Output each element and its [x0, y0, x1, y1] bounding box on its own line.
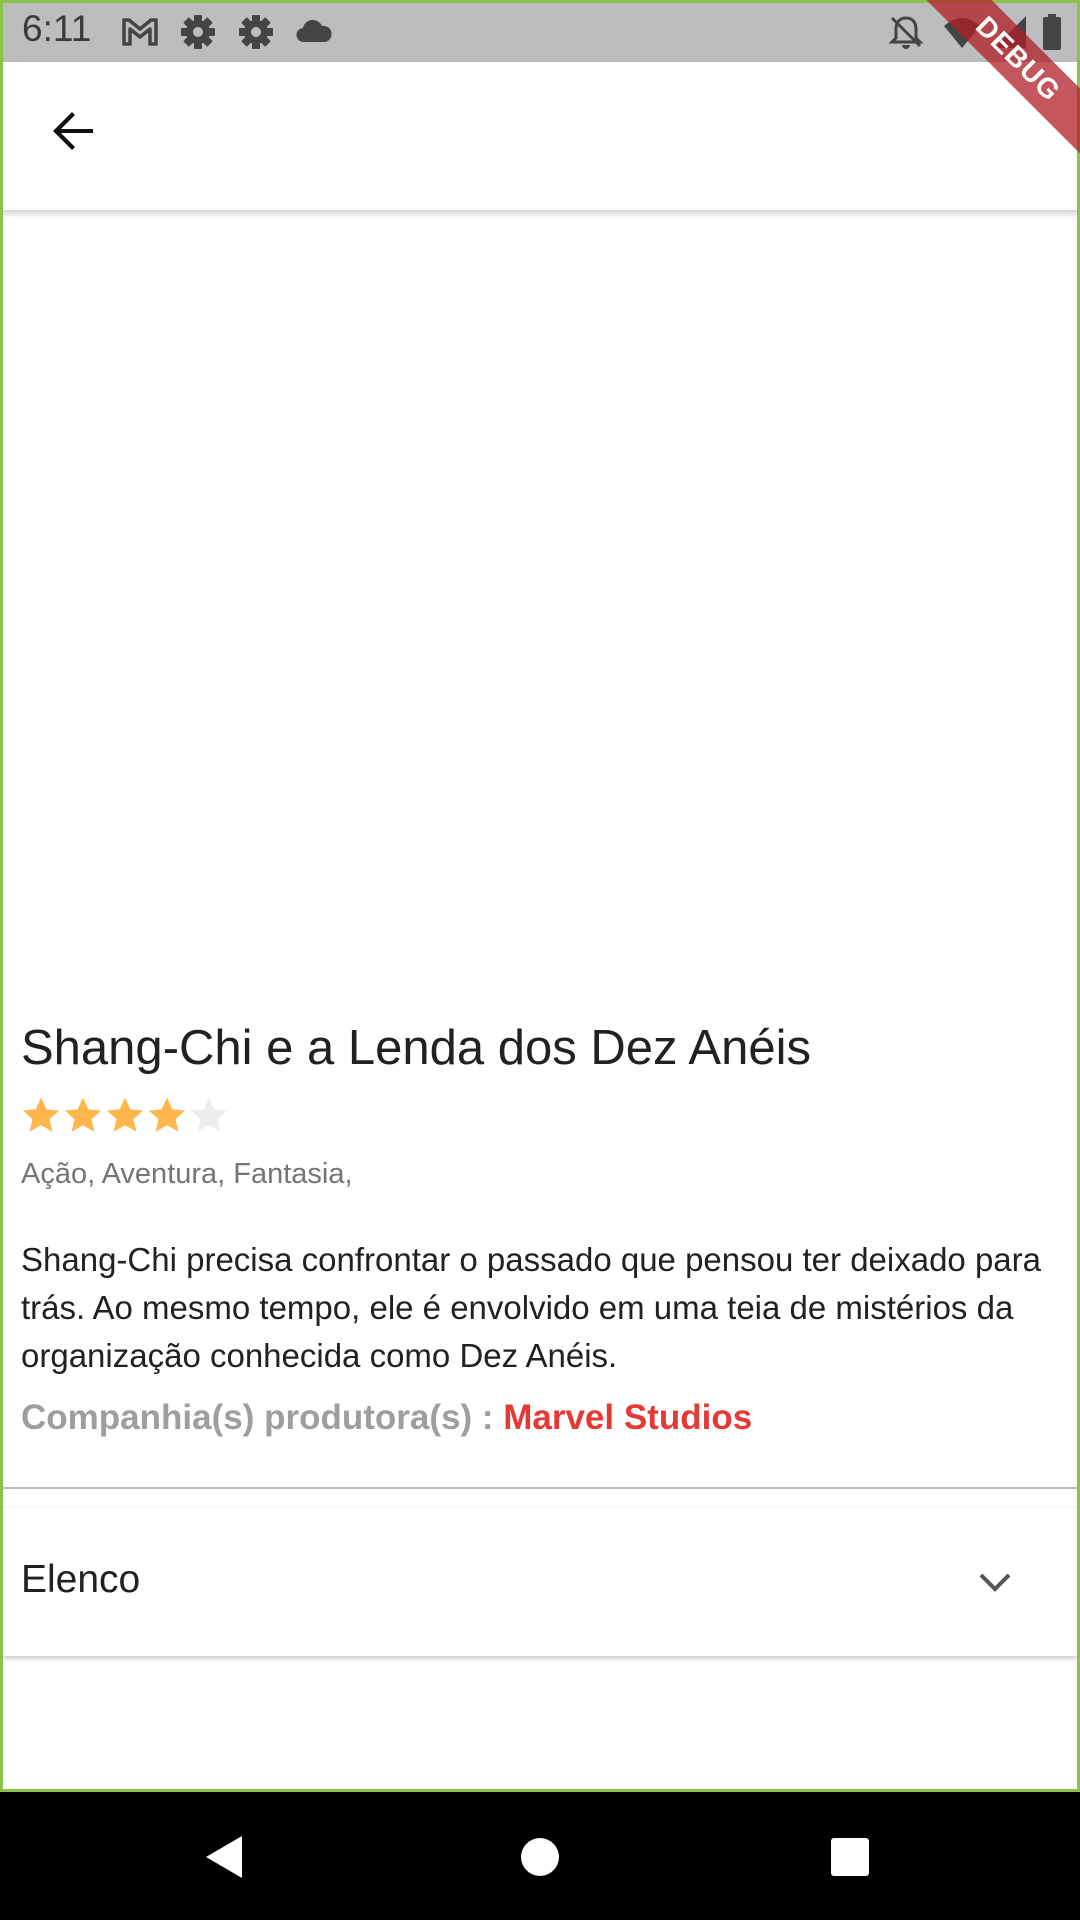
settings-icon: [239, 15, 273, 49]
movie-overview: Shang-Chi precisa confrontar o passado q…: [21, 1241, 1042, 1374]
companies-label: Companhia(s) produtora(s) :: [21, 1398, 504, 1437]
settings-icon: [181, 15, 215, 49]
debug-banner-label: DEBUG: [920, 0, 1080, 160]
navigation-bar: [0, 1792, 1080, 1920]
star-empty-icon: [190, 1097, 228, 1132]
star-filled-icon: [22, 1097, 60, 1132]
nav-home-button[interactable]: [505, 1822, 575, 1892]
back-button[interactable]: [38, 96, 108, 166]
cloud-icon: [296, 19, 332, 43]
movie-genres: Ação, Aventura, Fantasia,: [21, 1158, 353, 1190]
home-circle-icon: [521, 1838, 559, 1876]
recents-square-icon: [831, 1838, 869, 1876]
screen: 6:11 DEBUG Shang-Chi e a Lenda dos Dez A…: [0, 0, 1080, 1920]
chevron-down-icon[interactable]: [973, 1560, 1017, 1604]
gmail-icon: [122, 18, 158, 46]
star-filled-icon: [148, 1097, 186, 1132]
nav-back-button[interactable]: [190, 1822, 260, 1892]
production-companies: Companhia(s) produtora(s) : Marvel Studi…: [21, 1398, 752, 1438]
companies-value: Marvel Studios: [503, 1398, 753, 1437]
star-filled-icon: [106, 1097, 144, 1132]
back-triangle-icon: [206, 1836, 242, 1878]
movie-poster: [3, 214, 1077, 994]
divider: [3, 1487, 1077, 1489]
status-time: 6:11: [22, 8, 92, 49]
cast-expansion-tile[interactable]: Elenco: [3, 1508, 1077, 1656]
app-bar: [0, 62, 1080, 210]
cast-section-title: Elenco: [21, 1558, 141, 1601]
nav-recents-button[interactable]: [815, 1822, 885, 1892]
rating-stars: [20, 1095, 230, 1141]
debug-banner: DEBUG: [920, 0, 1080, 160]
movie-title: Shang-Chi e a Lenda dos Dez Anéis: [21, 1021, 811, 1075]
status-bar: 6:11: [0, 0, 1080, 62]
star-filled-icon: [64, 1097, 102, 1132]
arrow-back-icon: [53, 112, 93, 150]
